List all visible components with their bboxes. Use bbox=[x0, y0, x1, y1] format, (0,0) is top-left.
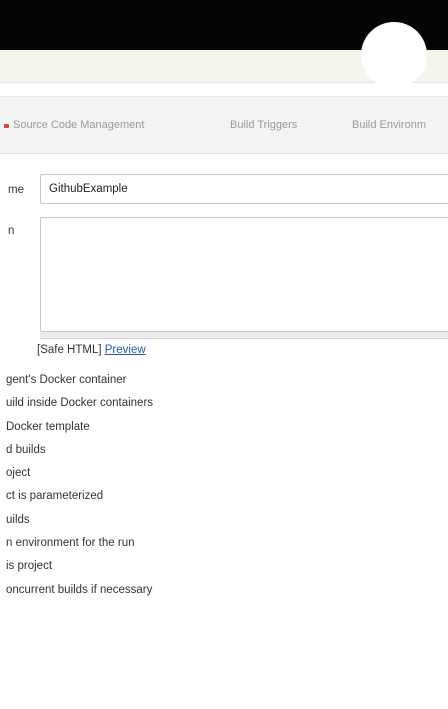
project-name-input[interactable] bbox=[40, 174, 448, 204]
textarea-resize-bar[interactable] bbox=[40, 332, 448, 339]
config-tab-strip: Source Code Management Build Triggers Bu… bbox=[0, 96, 448, 154]
safe-html-text: [Safe HTML] bbox=[37, 344, 105, 356]
tab-build-environment[interactable]: Build Environm bbox=[352, 119, 426, 131]
avatar[interactable] bbox=[361, 22, 427, 88]
tab-source-code-management[interactable]: Source Code Management bbox=[13, 119, 144, 131]
option-build-inside-docker[interactable]: uild inside Docker containers bbox=[6, 397, 153, 420]
preview-link[interactable]: Preview bbox=[105, 344, 146, 356]
general-options-list: gent's Docker container uild inside Dock… bbox=[6, 374, 153, 607]
option-docker-agent-container[interactable]: gent's Docker container bbox=[6, 374, 153, 397]
description-label: n bbox=[8, 225, 15, 237]
option-github-project[interactable]: oject bbox=[6, 467, 153, 490]
project-name-label: me bbox=[8, 184, 24, 196]
option-prepare-environment[interactable]: n environment for the run bbox=[6, 537, 153, 560]
option-concurrent-builds[interactable]: oncurrent builds if necessary bbox=[6, 584, 153, 607]
option-docker-template[interactable]: Docker template bbox=[6, 421, 153, 444]
option-throttle-builds[interactable]: uilds bbox=[6, 514, 153, 537]
job-config-page: Source Code Management Build Triggers Bu… bbox=[0, 0, 448, 709]
tab-build-triggers[interactable]: Build Triggers bbox=[230, 119, 297, 131]
active-tab-marker bbox=[4, 124, 9, 128]
option-disable-project[interactable]: is project bbox=[6, 560, 153, 583]
description-textarea[interactable] bbox=[40, 217, 448, 332]
option-parameterized[interactable]: ct is parameterized bbox=[6, 490, 153, 513]
option-discard-old-builds[interactable]: d builds bbox=[6, 444, 153, 467]
safe-html-note: [Safe HTML] Preview bbox=[37, 344, 146, 356]
